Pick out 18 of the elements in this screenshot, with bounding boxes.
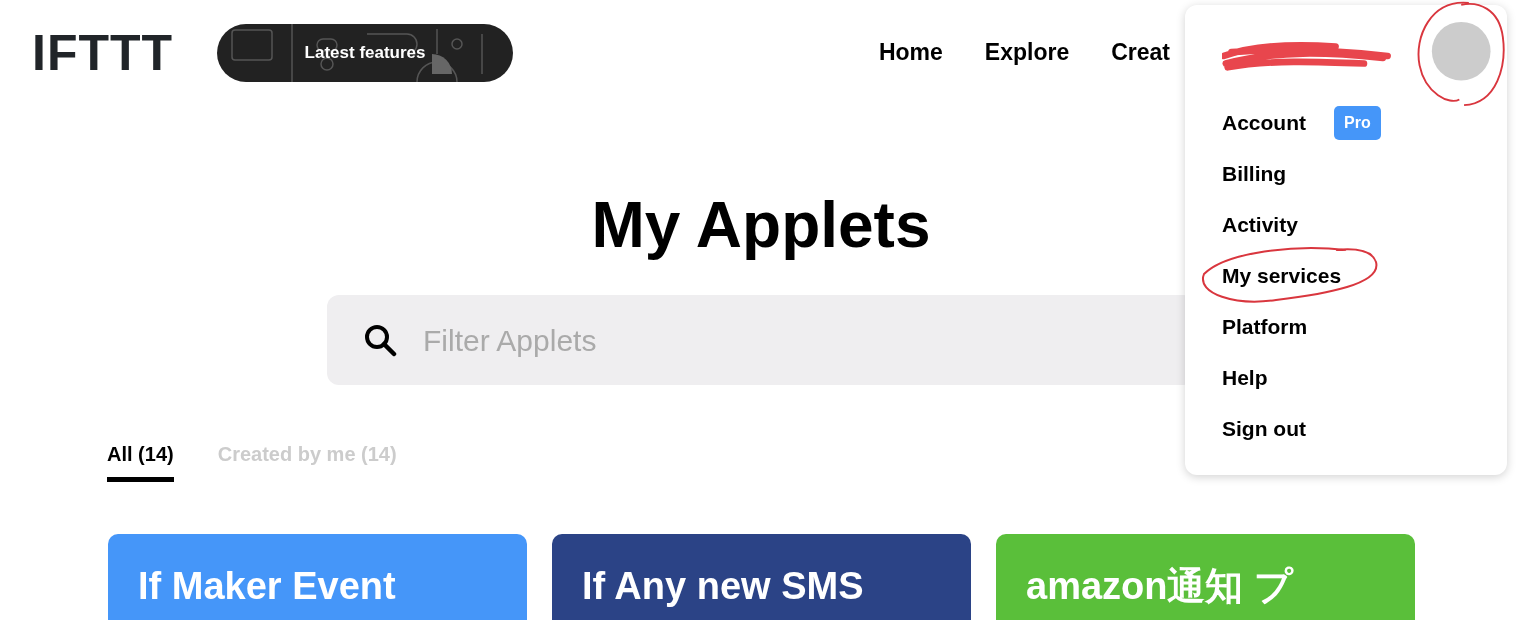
menu-item[interactable]: Billing <box>1222 158 1287 190</box>
menu-item[interactable]: Help <box>1222 362 1268 394</box>
menu-item[interactable]: Platform <box>1222 311 1308 343</box>
filter-tab[interactable]: All (14) <box>107 439 174 482</box>
nav-link[interactable]: Explore <box>984 35 1070 70</box>
logo[interactable]: IFTTT <box>32 27 174 78</box>
menu-item[interactable]: My services <box>1222 260 1342 292</box>
menu-item[interactable]: Activity <box>1222 209 1298 241</box>
applet-card[interactable]: If Any new SMS <box>552 534 971 620</box>
nav-link[interactable]: Home <box>878 35 943 70</box>
menu-item[interactable]: Account <box>1222 107 1306 139</box>
search-icon <box>363 323 397 357</box>
nav-link[interactable]: Creat <box>1111 35 1170 70</box>
menu-item[interactable]: Sign out <box>1222 413 1306 445</box>
search-field[interactable]: Filter Applets <box>421 316 1159 364</box>
avatar[interactable] <box>1432 21 1491 81</box>
promo-button[interactable]: Latest features <box>217 23 514 82</box>
pro-badge: Pro <box>1334 106 1381 140</box>
